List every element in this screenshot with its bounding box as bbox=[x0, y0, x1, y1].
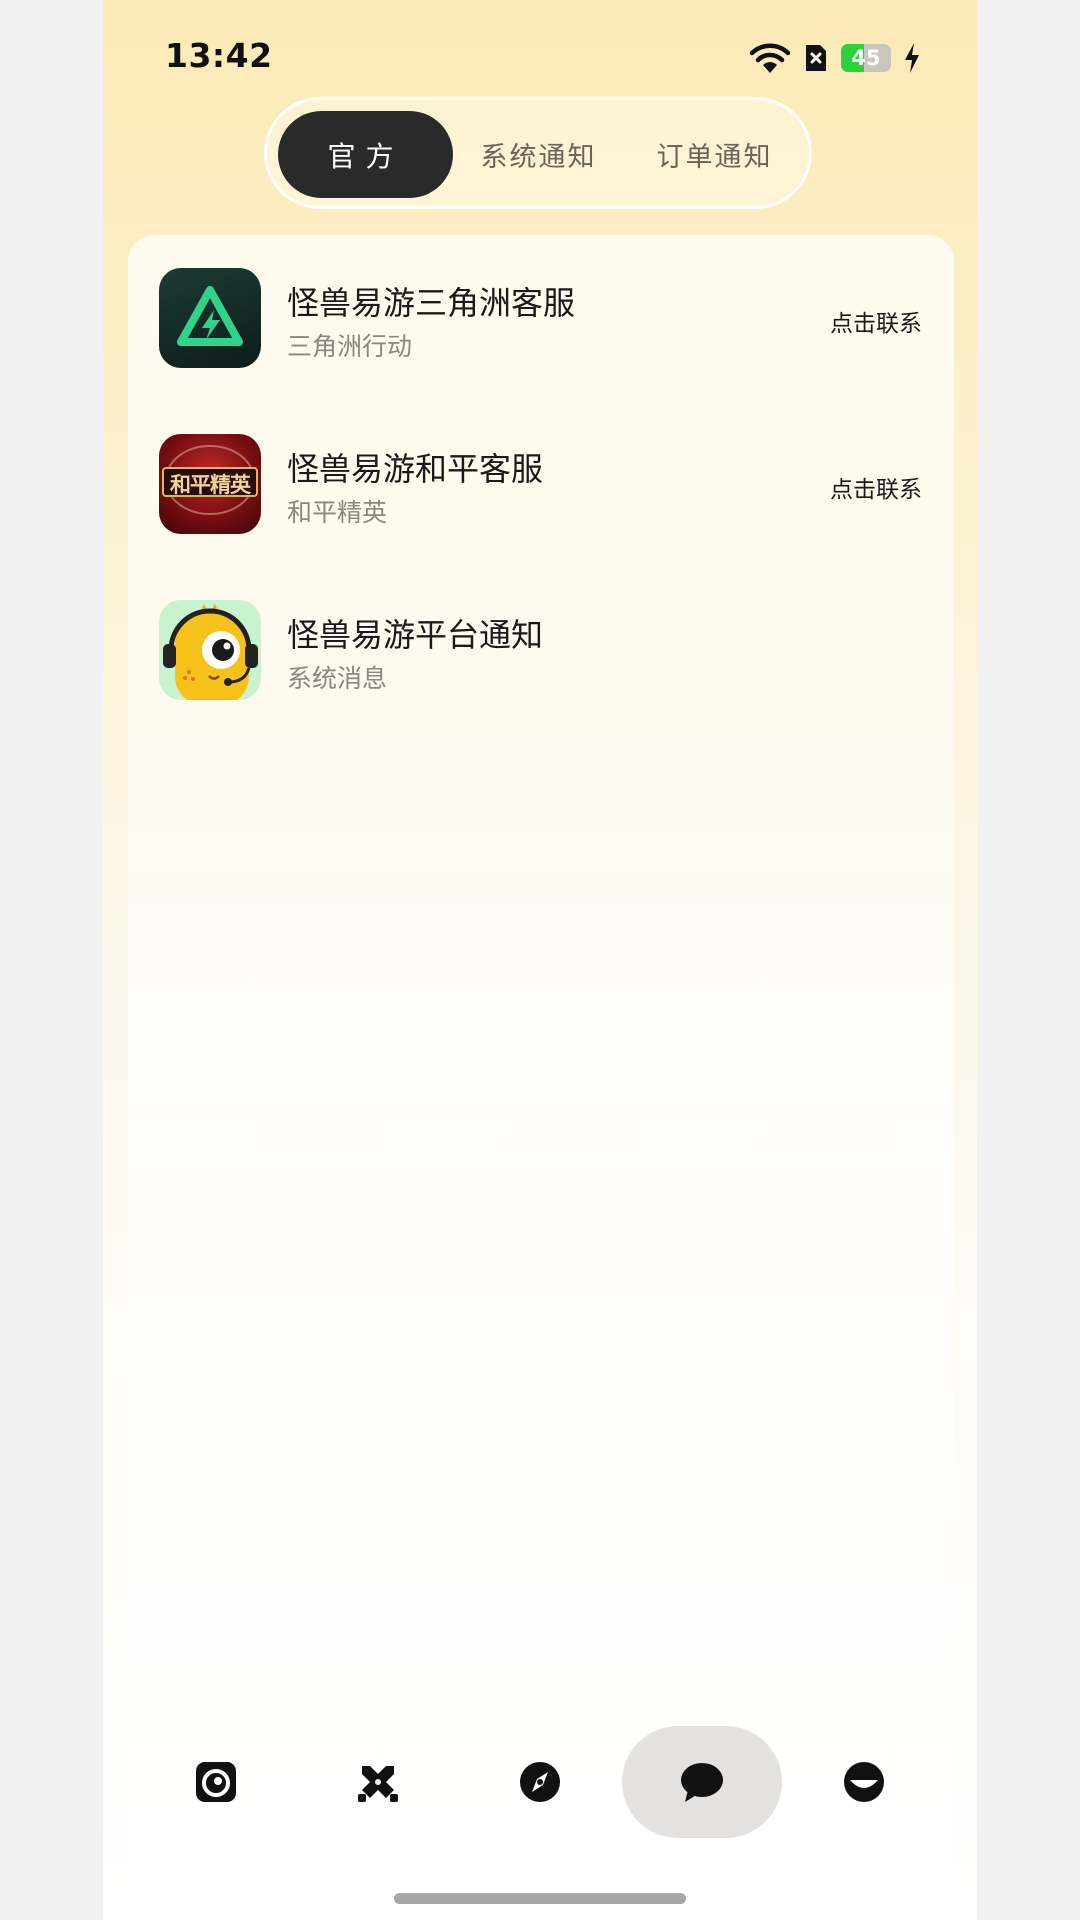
contact-button[interactable]: 点击联系 bbox=[830, 470, 922, 504]
list-item-delta-support[interactable]: 怪兽易游三角洲客服 三角洲行动 点击联系 bbox=[128, 268, 954, 378]
charging-bolt-icon bbox=[905, 43, 919, 73]
row-subtitle: 系统消息 bbox=[287, 664, 388, 693]
delta-force-avatar bbox=[159, 268, 261, 368]
nav-messages[interactable] bbox=[622, 1726, 782, 1838]
list-item-platform-notice[interactable]: 怪兽易游平台通知 系统消息 bbox=[128, 600, 954, 710]
list-item-peace-support[interactable]: 和平精英 怪兽易游和平客服 和平精英 点击联系 bbox=[128, 434, 954, 544]
row-subtitle: 三角洲行动 bbox=[287, 332, 413, 361]
row-subtitle: 和平精英 bbox=[287, 498, 388, 527]
row-title: 怪兽易游三角洲客服 bbox=[287, 284, 576, 322]
crossed-swords-icon bbox=[358, 1766, 398, 1802]
mascot-headset-icon bbox=[163, 604, 258, 700]
tab-order-notifications[interactable]: 订单通知 bbox=[627, 111, 802, 198]
camera-icon bbox=[196, 1762, 236, 1802]
bottom-nav bbox=[103, 1726, 977, 1840]
peace-elite-logo-text: 和平精英 bbox=[170, 473, 251, 497]
peace-elite-avatar: 和平精英 bbox=[159, 434, 261, 534]
status-time: 13:42 bbox=[165, 36, 273, 75]
wifi-icon bbox=[749, 43, 791, 73]
nav-battle[interactable] bbox=[298, 1726, 458, 1838]
tab-official[interactable]: 官方 bbox=[278, 111, 453, 198]
delta-logo-icon bbox=[177, 286, 243, 346]
row-title: 怪兽易游和平客服 bbox=[287, 450, 544, 488]
nav-profile[interactable] bbox=[784, 1726, 944, 1838]
contact-button[interactable]: 点击联系 bbox=[830, 304, 922, 338]
home-indicator[interactable] bbox=[394, 1893, 686, 1904]
row-title: 怪兽易游平台通知 bbox=[287, 616, 544, 654]
compass-icon bbox=[520, 1762, 560, 1802]
battery-icon: 45 bbox=[841, 44, 891, 72]
tab-bar: 官方 系统通知 订单通知 bbox=[264, 97, 812, 209]
sim-off-icon bbox=[806, 45, 826, 71]
app-screen: 13:42 45 官方 系统通知 订单通知 怪兽易游三角洲客服 三角洲行动 点击… bbox=[103, 0, 977, 1920]
profile-icon bbox=[844, 1762, 884, 1802]
battery-level: 45 bbox=[851, 46, 881, 70]
mascot-avatar bbox=[159, 600, 261, 700]
nav-camera[interactable] bbox=[136, 1726, 296, 1838]
chat-bubble-icon bbox=[681, 1763, 723, 1802]
message-list-card: 怪兽易游三角洲客服 三角洲行动 点击联系 和平精英 怪兽易游和平客服 和平精英 … bbox=[128, 235, 954, 1895]
status-bar: 13:42 45 bbox=[103, 0, 977, 110]
status-icons: 45 bbox=[749, 40, 921, 76]
nav-discover[interactable] bbox=[460, 1726, 620, 1838]
tab-system-notifications[interactable]: 系统通知 bbox=[451, 111, 626, 198]
